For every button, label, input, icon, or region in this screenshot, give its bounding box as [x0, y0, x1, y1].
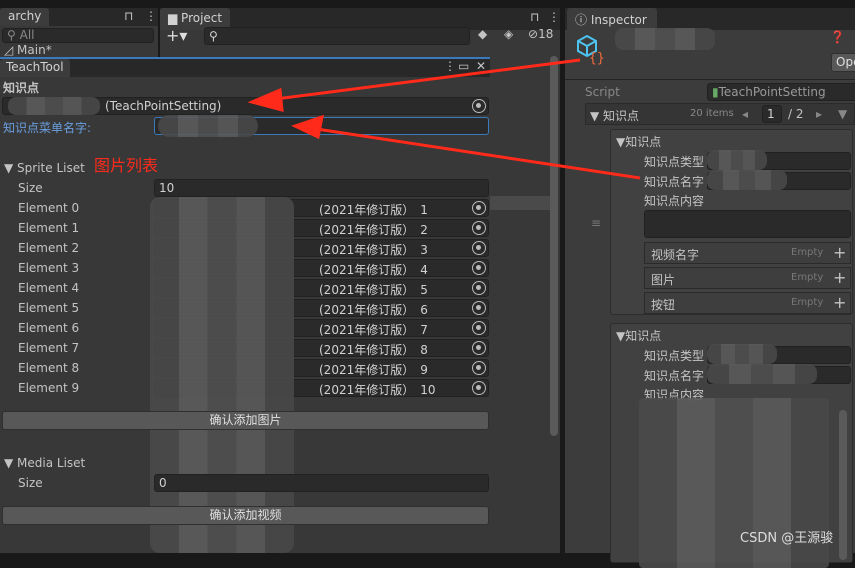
annotation-arrows: [247, 58, 641, 180]
watermark: CSDN @王源骏: [740, 531, 834, 546]
arrow-line: [267, 58, 581, 102]
arrow-head: [247, 87, 284, 113]
arrow-line: [309, 126, 641, 180]
arrow-head: [291, 114, 324, 140]
